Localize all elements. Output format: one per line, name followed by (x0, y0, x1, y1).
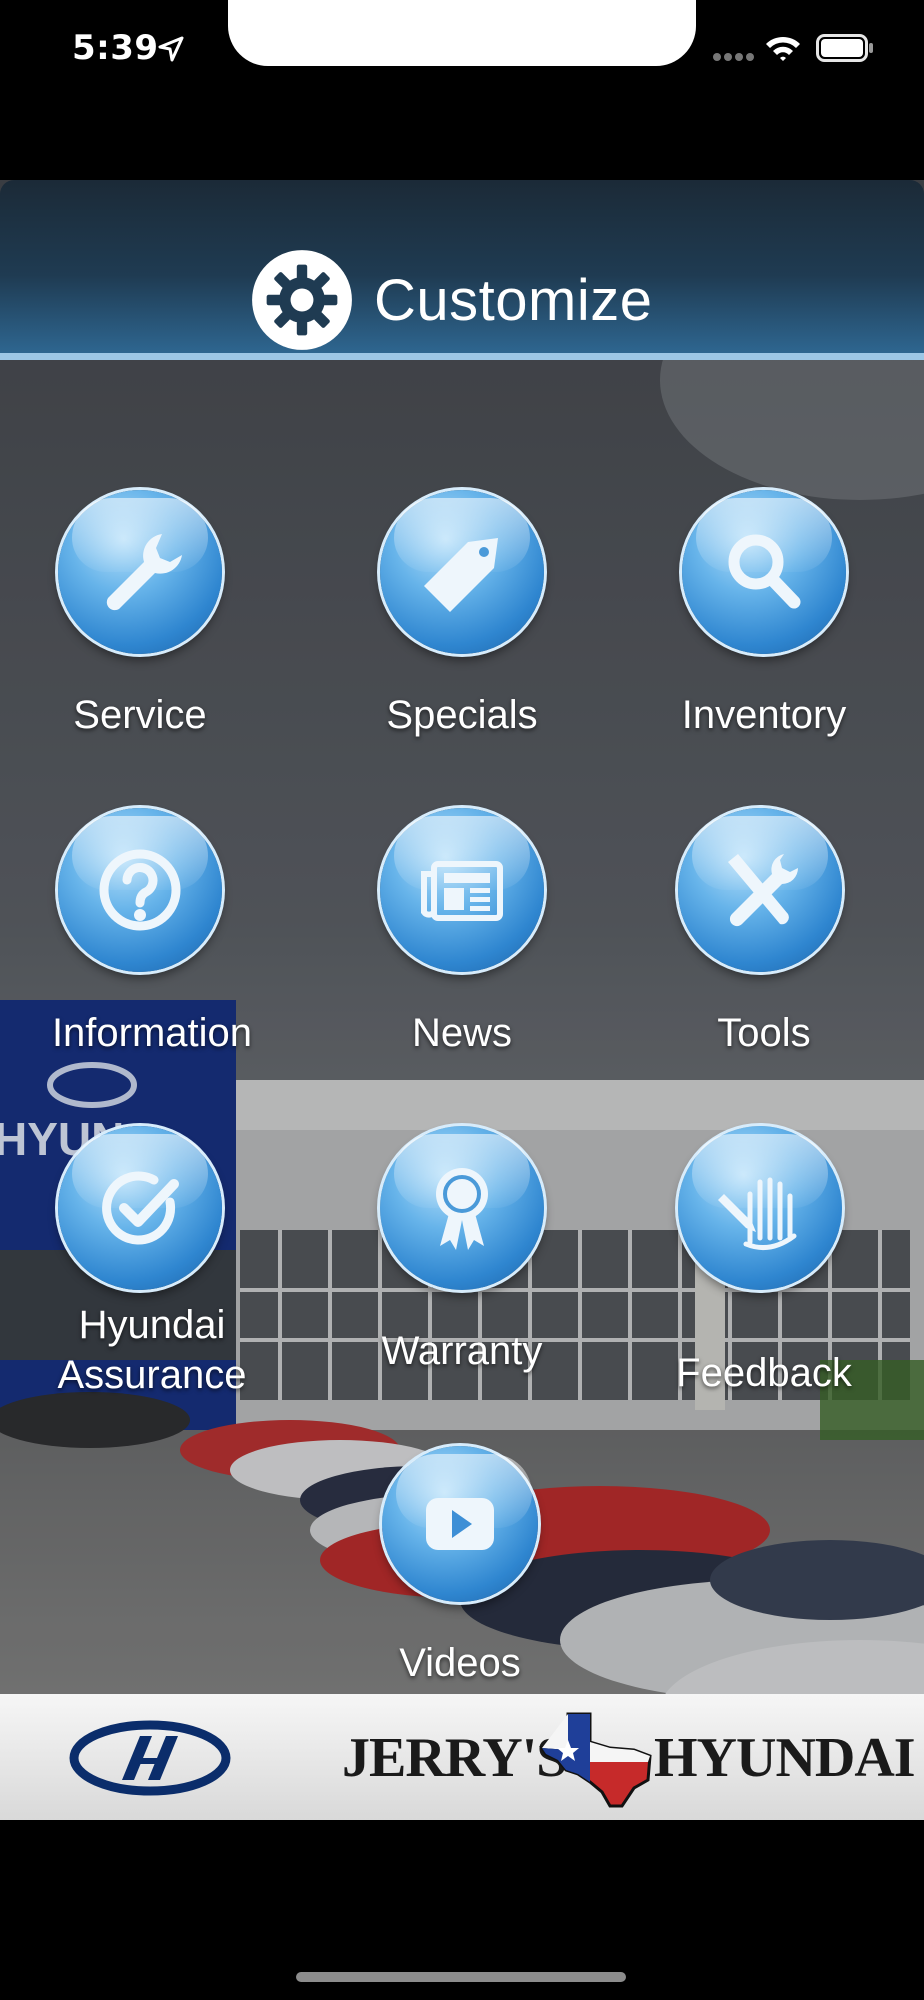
feedback-hand-icon (718, 1177, 797, 1251)
notch (228, 0, 696, 66)
gear-icon (252, 250, 352, 350)
warranty-button[interactable] (380, 1126, 544, 1290)
checkmark-icon (102, 1171, 179, 1245)
header-banner: Customize (0, 180, 924, 360)
status-bar: 5:39 (0, 0, 924, 100)
customize-button[interactable]: Customize (250, 248, 680, 352)
news-button[interactable] (380, 808, 544, 972)
wrench-icon (106, 534, 182, 611)
specials-button[interactable] (380, 490, 544, 654)
feedback-label: Feedback (676, 1351, 852, 1395)
location-arrow-icon (158, 36, 184, 62)
footer-logo-bar: JERRY'S HYUNDAI (0, 1694, 924, 1820)
service-button[interactable] (58, 490, 222, 654)
warranty-label: Warranty (381, 1329, 543, 1373)
wifi-icon (766, 36, 800, 61)
customize-label: Customize (374, 267, 653, 333)
texas-flag-map-icon (539, 1712, 652, 1808)
tools-button[interactable] (678, 808, 842, 972)
phone-frame: 5:39 HYUN Customize Service Specials Inv… (0, 0, 924, 2000)
tools-icon (728, 854, 798, 927)
feedback-button[interactable] (678, 1126, 842, 1290)
magnifier-icon (728, 534, 801, 609)
inventory-label: Inventory (681, 693, 847, 737)
cellular-signal-icon (713, 53, 754, 61)
hyundai-assurance-label-line1: Hyundai (78, 1303, 226, 1347)
newspaper-icon (421, 861, 503, 921)
news-label: News (411, 1011, 513, 1055)
dealer-name-part2: HYUNDAI (654, 1727, 916, 1789)
hyundai-assurance-label: Hyundai Assurance (2, 1300, 302, 1400)
app-screen: HYUN Customize Service Specials Inventor… (0, 180, 924, 1820)
inventory-button[interactable] (682, 490, 846, 654)
specials-label: Specials (386, 693, 538, 737)
price-tag-icon (424, 538, 498, 612)
hyundai-assurance-button[interactable] (58, 1126, 222, 1290)
hyundai-assurance-label-line2: Assurance (57, 1353, 247, 1397)
videos-button[interactable] (382, 1446, 538, 1602)
information-button[interactable] (58, 808, 222, 972)
play-icon (426, 1498, 494, 1550)
question-icon (99, 849, 181, 931)
award-ribbon-icon (436, 1168, 488, 1250)
tools-label: Tools (717, 1011, 811, 1055)
status-time: 5:39 (72, 28, 159, 68)
service-label: Service (73, 693, 207, 737)
videos-label: Videos (399, 1641, 521, 1685)
information-label: Information (51, 1011, 253, 1055)
dealer-name-part1: JERRY'S (342, 1727, 567, 1789)
battery-icon (816, 34, 873, 62)
hyundai-logo[interactable] (68, 1720, 232, 1796)
home-indicator[interactable] (296, 1972, 626, 1982)
